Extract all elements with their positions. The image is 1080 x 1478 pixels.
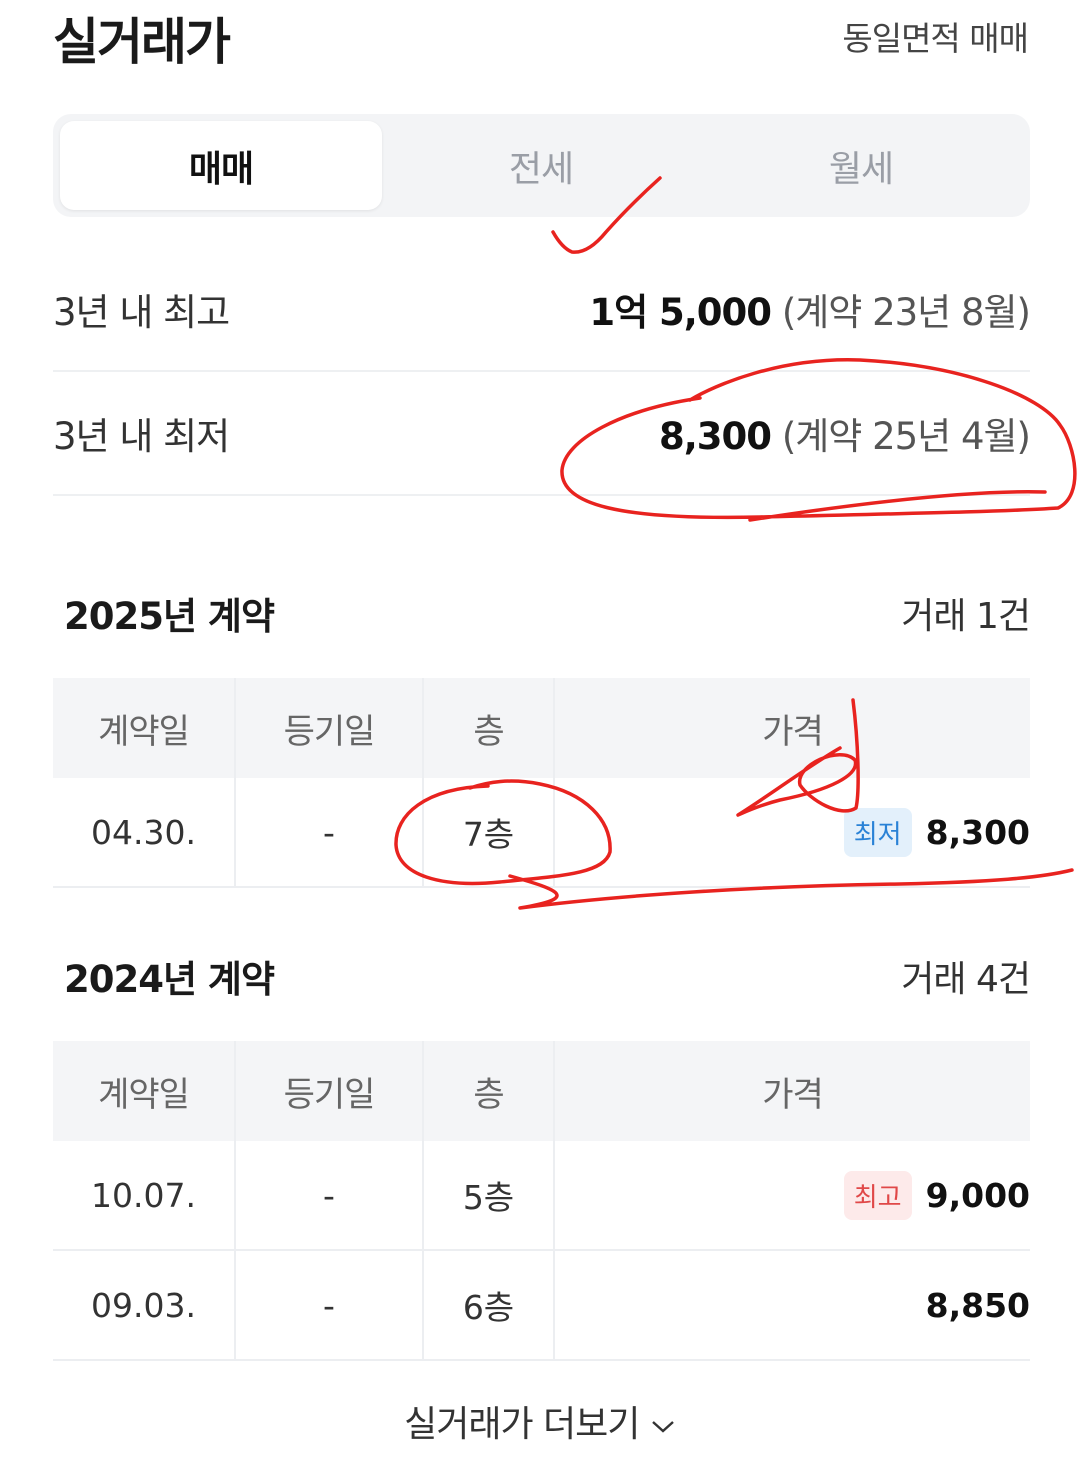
col-registration-date: 등기일 — [234, 1041, 423, 1141]
section-title: 2024년 계약 — [64, 958, 275, 1001]
highest-badge: 최고 — [843, 1170, 912, 1220]
col-contract-date: 계약일 — [53, 1041, 235, 1141]
summary-low-row: 3년 내 최저 8,300 (계약 25년 4월) — [53, 372, 1031, 496]
contract-date: 10.07. — [53, 1141, 235, 1251]
contract-date: 04.30. — [53, 778, 235, 888]
table-row[interactable]: 04.30. - 7층 최저 8,300 — [53, 778, 1030, 888]
transactions-table-2025: 계약일 등기일 층 가격 04.30. - 7층 최저 8,300 — [53, 678, 1030, 888]
floor: 7층 — [422, 778, 554, 888]
same-area-sale-link[interactable]: 동일면적 매매 — [842, 12, 1029, 60]
lowest-badge: 최저 — [843, 807, 912, 857]
table-row[interactable]: 09.03. - 6층 8,850 — [53, 1250, 1030, 1361]
summary-low-date: (계약 25년 4월) — [781, 415, 1031, 458]
col-registration-date: 등기일 — [234, 678, 423, 778]
deal-type-tabs: 매매 전세 월세 — [53, 114, 1030, 217]
table-row[interactable]: 10.07. - 5층 최고 9,000 — [53, 1141, 1030, 1251]
section-count: 거래 4건 — [901, 959, 1031, 1000]
col-contract-date: 계약일 — [53, 678, 235, 778]
summary-high-date: (계약 23년 8월) — [781, 291, 1031, 334]
more-transactions-button[interactable]: 실거래가 더보기 — [0, 1395, 1080, 1447]
chevron-down-icon — [652, 1421, 674, 1433]
col-price: 가격 — [553, 1041, 1030, 1141]
col-floor: 층 — [422, 1041, 554, 1141]
price: 8,300 — [925, 812, 1030, 852]
tab-sale[interactable]: 매매 — [60, 121, 382, 210]
transactions-table-2024: 계약일 등기일 층 가격 10.07. - 5층 최고 9,000 09.03.… — [53, 1041, 1030, 1361]
registration-date: - — [234, 1250, 423, 1361]
col-floor: 층 — [422, 678, 554, 778]
section-count: 거래 1건 — [901, 596, 1031, 637]
summary-low-value: 8,300 — [659, 415, 772, 458]
col-price: 가격 — [553, 678, 1030, 778]
floor: 5층 — [422, 1141, 554, 1251]
registration-date: - — [234, 1141, 423, 1251]
floor: 6층 — [422, 1250, 554, 1361]
summary-high-value: 1억 5,000 — [589, 291, 772, 334]
summary-low-label: 3년 내 최저 — [53, 415, 230, 458]
contract-date: 09.03. — [53, 1250, 235, 1361]
tab-jeonse[interactable]: 전세 — [380, 121, 702, 210]
price: 8,850 — [925, 1285, 1030, 1325]
table-header-row: 계약일 등기일 층 가격 — [53, 1041, 1030, 1141]
summary-high-label: 3년 내 최고 — [53, 291, 230, 334]
section-title: 2025년 계약 — [64, 595, 275, 638]
price: 9,000 — [925, 1175, 1030, 1215]
registration-date: - — [234, 778, 423, 888]
page-title: 실거래가 — [53, 13, 231, 71]
tab-monthly-rent[interactable]: 월세 — [700, 121, 1022, 210]
summary-high-row: 3년 내 최고 1억 5,000 (계약 23년 8월) — [53, 248, 1031, 372]
section-2025-header: 2025년 계약 거래 1건 — [53, 586, 1031, 640]
table-header-row: 계약일 등기일 층 가격 — [53, 678, 1030, 778]
more-label: 실거래가 더보기 — [404, 1404, 640, 1445]
section-2024-header: 2024년 계약 거래 4건 — [53, 949, 1031, 1003]
